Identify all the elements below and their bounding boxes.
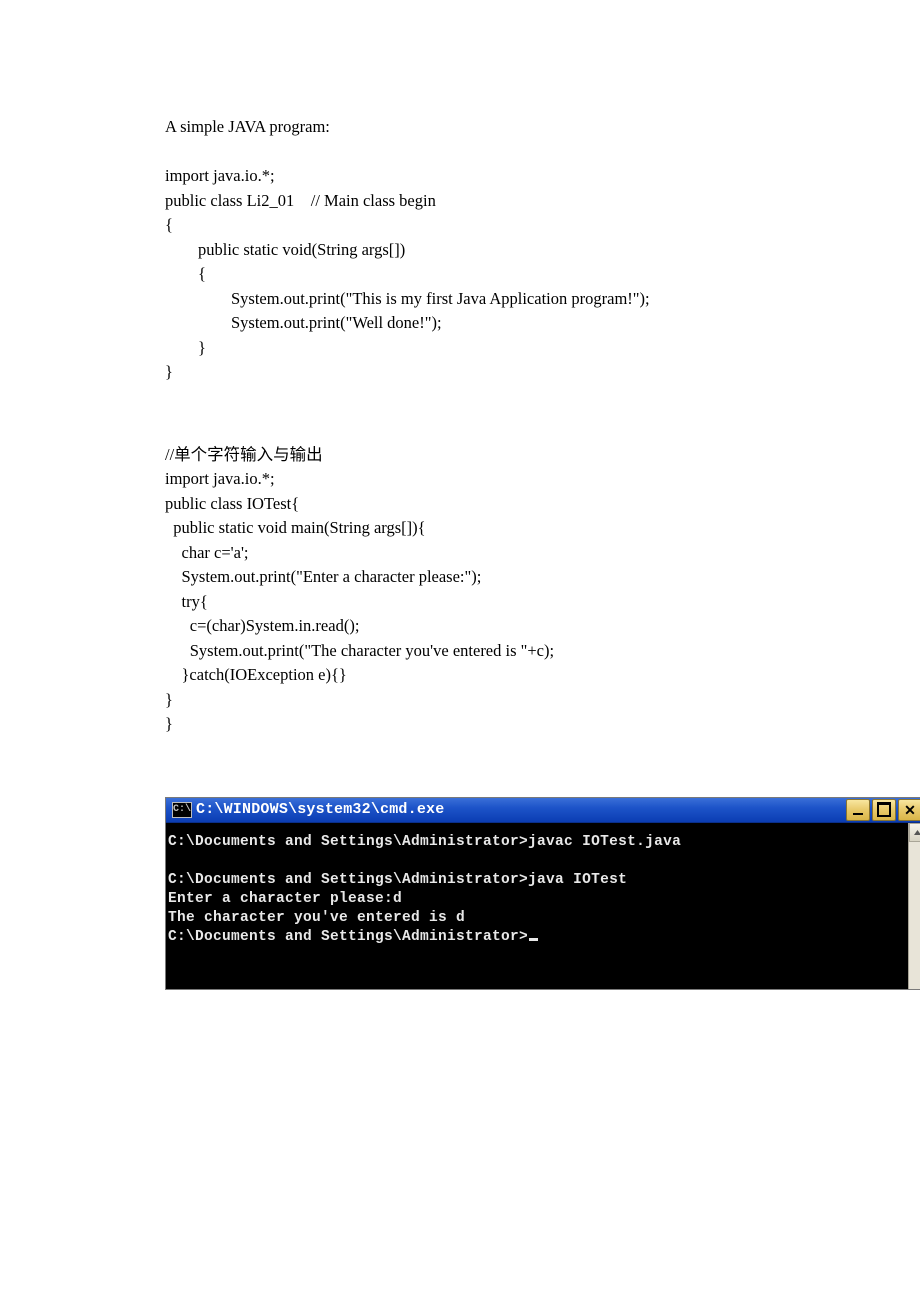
- code-line: }: [165, 362, 173, 381]
- cursor-icon: [529, 938, 538, 941]
- close-icon: ✕: [904, 803, 916, 817]
- cmd-line: Enter a character please:d: [168, 891, 402, 907]
- code-block-1: A simple JAVA program: import java.io.*;…: [165, 115, 755, 385]
- cmd-output[interactable]: C:\Documents and Settings\Administrator>…: [166, 823, 908, 989]
- code-line: }: [165, 338, 206, 357]
- code-line: {: [165, 215, 173, 234]
- cmd-window-title: C:\WINDOWS\system32\cmd.exe: [196, 801, 846, 818]
- cmd-line: The character you've entered is d: [168, 910, 465, 926]
- close-button[interactable]: ✕: [898, 799, 920, 821]
- code-line: import java.io.*;: [165, 166, 275, 185]
- document-page: A simple JAVA program: import java.io.*;…: [0, 0, 920, 990]
- code-line: System.out.print("Enter a character plea…: [165, 567, 481, 586]
- code-line: }: [165, 690, 173, 709]
- scroll-track[interactable]: [909, 842, 920, 989]
- cmd-scrollbar[interactable]: [908, 823, 920, 989]
- code-line: c=(char)System.in.read();: [165, 616, 359, 635]
- arrow-up-icon: [913, 828, 920, 837]
- code-line: public static void(String args[]): [165, 240, 405, 259]
- cmd-titlebar[interactable]: C:\ C:\WINDOWS\system32\cmd.exe ✕: [166, 798, 920, 823]
- maximize-button[interactable]: [872, 799, 896, 821]
- code-line: public static void main(String args[]){: [165, 518, 426, 537]
- code-block-2: //单个字符输入与输出 import java.io.*; public cla…: [165, 443, 755, 737]
- code-line: System.out.print("The character you've e…: [165, 641, 554, 660]
- code-line: //单个字符输入与输出: [165, 445, 323, 464]
- code-line: public class Li2_01 // Main class begin: [165, 191, 436, 210]
- code-line: try{: [165, 592, 208, 611]
- cmd-line: C:\Documents and Settings\Administrator>: [168, 929, 528, 945]
- minimize-icon: [853, 813, 863, 815]
- cmd-window: C:\ C:\WINDOWS\system32\cmd.exe ✕ C:\Doc…: [165, 797, 920, 990]
- window-buttons: ✕: [846, 799, 920, 821]
- maximize-icon: [877, 802, 891, 817]
- code-line: }catch(IOException e){}: [165, 665, 347, 684]
- code-line: {: [165, 264, 206, 283]
- cmd-line: C:\Documents and Settings\Administrator>…: [168, 834, 681, 850]
- code-line: System.out.print("This is my first Java …: [165, 289, 650, 308]
- scroll-up-button[interactable]: [909, 823, 920, 842]
- code-line: import java.io.*;: [165, 469, 275, 488]
- cmd-line: C:\Documents and Settings\Administrator>…: [168, 872, 627, 888]
- code-line: public class IOTest{: [165, 494, 299, 513]
- code-line: char c='a';: [165, 543, 249, 562]
- code-line: }: [165, 714, 173, 733]
- minimize-button[interactable]: [846, 799, 870, 821]
- cmd-app-icon: C:\: [172, 802, 192, 818]
- code-line: System.out.print("Well done!");: [165, 313, 442, 332]
- code-line: A simple JAVA program:: [165, 117, 330, 136]
